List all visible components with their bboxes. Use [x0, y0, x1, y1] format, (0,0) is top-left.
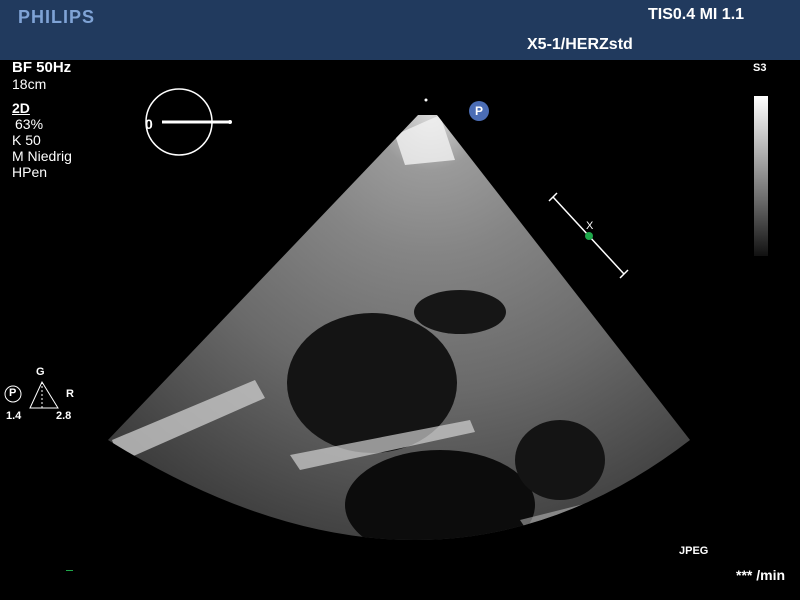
caliper-dot [585, 232, 593, 240]
focus-left-value: 1.4 [6, 410, 22, 422]
ultrasound-image: X [108, 98, 690, 540]
near-field-echo [395, 115, 455, 165]
chamber-small [414, 290, 506, 334]
focus-right-value: 2.8 [56, 410, 72, 422]
focus-top-label: G [36, 366, 45, 378]
caliper-marker: X [586, 220, 594, 232]
orientation-indicator [145, 88, 232, 156]
focus-indicator: P G R 1.4 2.8 [0, 360, 110, 430]
chamber-right [515, 420, 605, 500]
focus-right-label: R [66, 388, 74, 400]
orientation-angle: 0 [145, 116, 153, 132]
chamber-lower [345, 450, 535, 540]
probe-p-badge: P [469, 101, 489, 121]
green-dash-marker [66, 570, 73, 571]
image-format: JPEG [679, 545, 709, 557]
focus-badge: P [9, 387, 17, 399]
heart-rate: *** /min [736, 567, 786, 583]
apex-marker [424, 98, 428, 102]
